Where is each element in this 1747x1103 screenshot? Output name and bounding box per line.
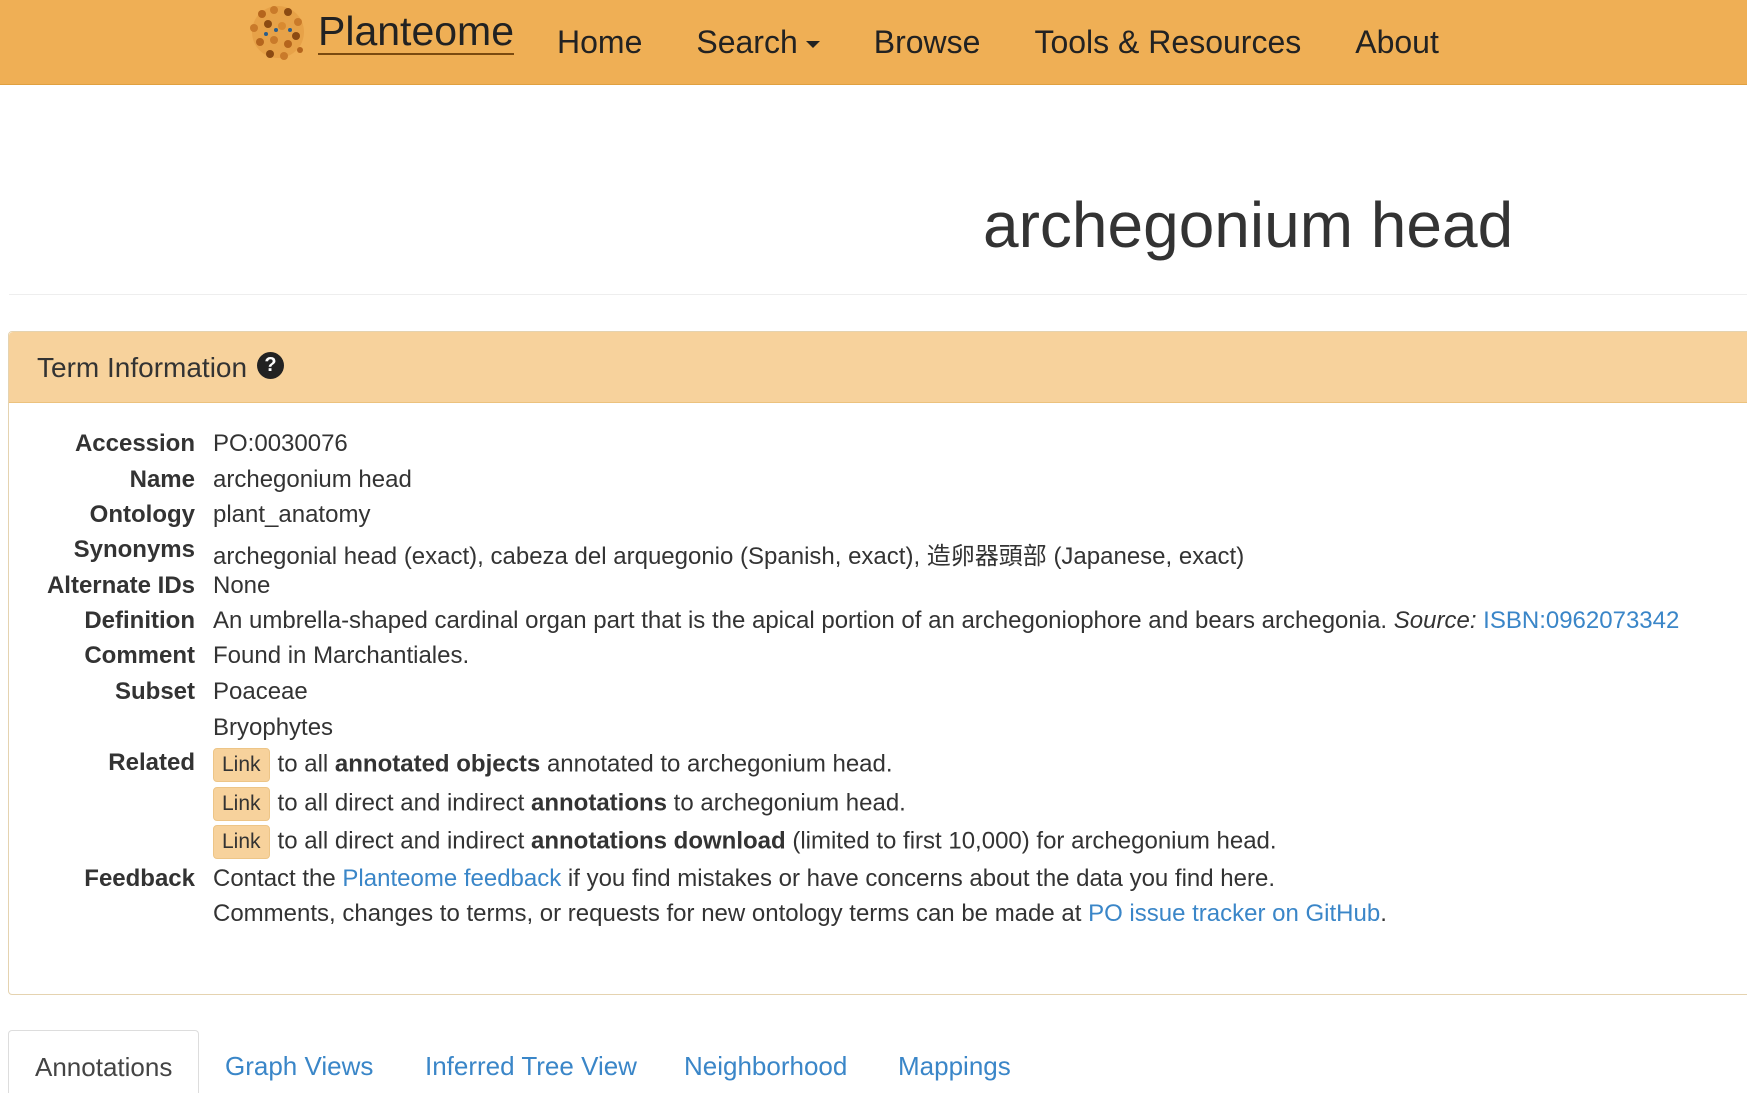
page-title: archegonium head <box>983 189 1514 261</box>
divider <box>9 294 1747 295</box>
related-post: (limited to first 10,000) for archegoniu… <box>792 827 1277 855</box>
top-navbar: Planteome Home Search Browse Tools & Res… <box>0 0 1747 85</box>
tab-bar: Annotations Graph Views Inferred Tree Vi… <box>8 1030 1747 1093</box>
ontology-value: plant_anatomy <box>213 501 371 528</box>
nav-about[interactable]: About <box>1355 24 1439 61</box>
related-post: to archegonium head. <box>673 789 906 817</box>
definition-source-label: Source: <box>1393 607 1477 634</box>
related-link-button[interactable]: Link <box>213 748 270 782</box>
nav-tools-resources[interactable]: Tools & Resources <box>1034 24 1301 61</box>
related-link-button[interactable]: Link <box>213 787 270 821</box>
name-value: archegonium head <box>213 466 412 493</box>
related-pre: to all <box>277 750 329 778</box>
nav-home[interactable]: Home <box>557 24 642 61</box>
brand-name[interactable]: Planteome <box>318 9 515 55</box>
planteome-feedback-link[interactable]: Planteome feedback <box>342 865 561 892</box>
panel-title: Term Information <box>37 352 248 383</box>
feedback-pre: Contact the <box>213 865 336 892</box>
related-item: Link to all direct and indirect annotatio… <box>213 787 906 821</box>
related-label: Related <box>108 749 195 776</box>
dropdown-caret-icon <box>805 40 820 48</box>
nav-search[interactable]: Search <box>696 23 820 61</box>
synonyms-label: Synonyms <box>73 536 195 563</box>
help-icon[interactable]: ? <box>257 352 284 379</box>
tab-neighborhood[interactable]: Neighborhood <box>684 1030 847 1092</box>
main-nav: Home Search Browse Tools & Resources Abo… <box>557 0 1493 84</box>
subset-value: Poaceae <box>213 678 308 705</box>
related-pre: to all direct and indirect <box>277 827 525 855</box>
feedback-post: if you find mistakes or have concerns ab… <box>567 865 1275 892</box>
feedback-pre: Comments, changes to terms, or requests … <box>213 900 1082 927</box>
planteome-logo-icon <box>250 6 304 60</box>
accession-value: PO:0030076 <box>213 430 348 457</box>
definition-value: An umbrella-shaped cardinal organ part t… <box>213 607 1679 635</box>
related-pre: to all direct and indirect <box>277 789 525 817</box>
tab-inferred-tree-view[interactable]: Inferred Tree View <box>425 1030 637 1092</box>
definition-source-link[interactable]: ISBN:0962073342 <box>1483 607 1679 634</box>
related-post: annotated to archegonium head. <box>546 750 893 778</box>
ontology-label: Ontology <box>89 501 195 528</box>
feedback-label: Feedback <box>84 865 195 892</box>
alternate-ids-label: Alternate IDs <box>46 572 195 599</box>
name-label: Name <box>129 466 195 493</box>
comment-label: Comment <box>84 642 195 669</box>
nav-browse[interactable]: Browse <box>874 24 981 61</box>
synonyms-value: archegonial head (exact), cabeza del arq… <box>213 543 1245 570</box>
accession-label: Accession <box>74 430 195 457</box>
feedback-line: Contact the Planteome feedback if you fi… <box>213 865 1275 893</box>
definition-text: An umbrella-shaped cardinal organ part t… <box>213 607 1388 634</box>
feedback-period: . <box>1380 900 1387 927</box>
alternate-ids-value: None <box>213 572 271 599</box>
related-item: Link to all annotated objects annotated t… <box>213 748 893 782</box>
related-bold: annotations download <box>531 827 786 855</box>
tab-mappings[interactable]: Mappings <box>898 1030 1011 1092</box>
feedback-line: Comments, changes to terms, or requests … <box>213 900 1387 928</box>
subset-value: Bryophytes <box>213 714 334 741</box>
definition-label: Definition <box>84 607 195 634</box>
comment-value: Found in Marchantiales. <box>213 642 470 669</box>
po-issue-tracker-link[interactable]: PO issue tracker on GitHub <box>1088 900 1380 927</box>
panel-heading: Term Information ? <box>9 332 1747 403</box>
related-bold: annotated objects <box>334 750 541 778</box>
related-link-button[interactable]: Link <box>213 825 270 859</box>
tab-annotations[interactable]: Annotations <box>8 1030 200 1093</box>
related-item: Link to all direct and indirect annotatio… <box>213 825 1277 859</box>
nav-search-label: Search <box>696 23 798 60</box>
subset-label: Subset <box>114 678 195 705</box>
brand[interactable]: Planteome <box>240 2 515 62</box>
tab-graph-views[interactable]: Graph Views <box>225 1030 373 1092</box>
related-bold: annotations <box>531 789 667 817</box>
